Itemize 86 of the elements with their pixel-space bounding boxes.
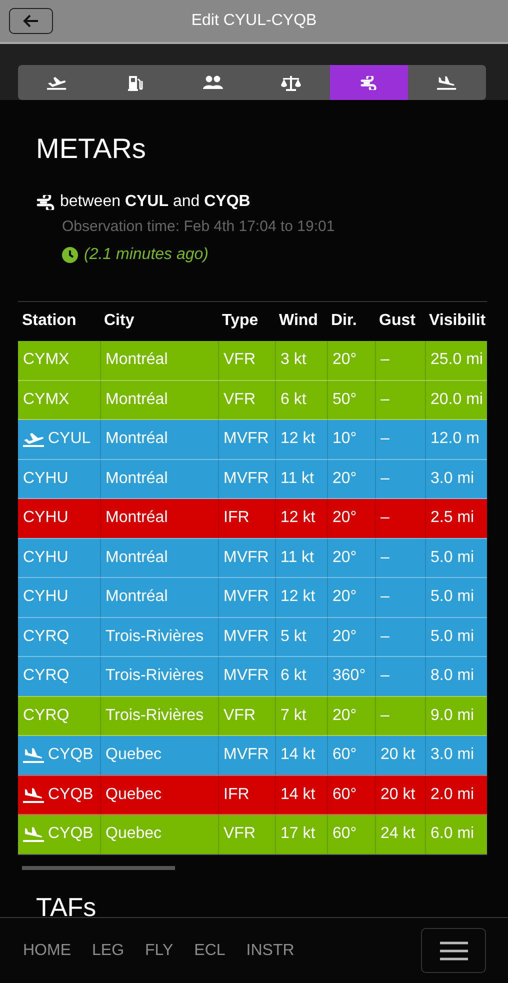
- menu-icon: [440, 940, 468, 960]
- column-header: Visibilit: [428, 311, 487, 331]
- menu-button[interactable]: [421, 928, 486, 973]
- scrollbar[interactable]: [22, 866, 175, 870]
- nav-link[interactable]: HOME: [23, 938, 71, 962]
- table-cell: 6 kt: [275, 656, 327, 696]
- table-cell: 20 kt: [375, 736, 425, 775]
- table-cell: 12 kt: [275, 420, 327, 459]
- section-title: METARs: [36, 132, 147, 166]
- tab[interactable]: [330, 65, 408, 100]
- table-cell: Quebec: [100, 736, 218, 775]
- table-cell-text: CYQB: [48, 824, 94, 844]
- wind-icon: [360, 76, 378, 90]
- table-cell: –: [375, 420, 425, 459]
- column-header: Station: [21, 311, 78, 331]
- wind-icon: [36, 194, 56, 210]
- table-cell: 20°: [327, 578, 375, 617]
- table-cell: –: [375, 498, 425, 538]
- table-cell: 5.0 mi: [425, 578, 487, 617]
- arrival-icon: [23, 747, 45, 764]
- table-cell: 3 kt: [275, 340, 327, 380]
- table-cell: 12 kt: [275, 578, 327, 617]
- nav-link[interactable]: INSTR: [246, 938, 294, 962]
- table-cell: 8.0 mi: [425, 656, 487, 696]
- table-cell: IFR: [218, 498, 275, 538]
- table-cell: 20°: [327, 498, 375, 538]
- table-cell: MVFR: [218, 578, 275, 617]
- table-cell: VFR: [218, 340, 275, 380]
- table-cell: 60°: [327, 814, 375, 854]
- table-cell: 10°: [327, 420, 375, 459]
- table-cell: 12.0 m: [425, 420, 487, 459]
- table-cell: Quebec: [100, 814, 218, 854]
- arrival-icon: [23, 826, 45, 842]
- arrival-icon: [437, 75, 457, 90]
- table-cell-text: CYQB: [48, 745, 94, 766]
- table-cell: MVFR: [218, 420, 275, 459]
- table-cell-text: CYQB: [48, 784, 94, 805]
- column-header: Type: [221, 311, 260, 331]
- page-title: Edit CYUL-CYQB: [190, 11, 318, 31]
- column-header: Dir.: [330, 311, 358, 331]
- table-cell: MVFR: [218, 736, 275, 775]
- section-title: TAFs: [36, 894, 96, 920]
- column-header: Gust: [378, 311, 416, 331]
- table-cell: 6.0 mi: [425, 814, 487, 854]
- back-arrow-icon: [23, 14, 39, 28]
- table-cell: Montréal: [100, 340, 218, 380]
- table-cell: CYHU: [18, 498, 100, 538]
- nav-link[interactable]: FLY: [145, 938, 174, 962]
- table-cell: 12 kt: [275, 498, 327, 538]
- table-cell: 24 kt: [375, 814, 425, 854]
- departure-icon: [23, 431, 45, 448]
- table-cell: MVFR: [218, 656, 275, 696]
- table-cell: CYHU: [18, 578, 100, 617]
- table-cell: Montréal: [100, 578, 218, 617]
- passengers-icon: [203, 75, 223, 90]
- table-cell: 17 kt: [275, 814, 327, 854]
- table-cell: Montréal: [100, 498, 218, 538]
- table-cell: 20°: [327, 340, 375, 380]
- table-cell: –: [375, 578, 425, 617]
- table-cell: Trois-Rivières: [100, 656, 218, 696]
- table-cell: 25.0 mi: [425, 340, 487, 380]
- table-cell: 60°: [327, 736, 375, 775]
- table-cell: 14 kt: [275, 736, 327, 775]
- table-cell: CYMX: [18, 340, 100, 380]
- observation-age: (2.1 minutes ago): [84, 244, 209, 264]
- table-cell: Montréal: [100, 420, 218, 459]
- table-cell: 3.0 mi: [425, 736, 487, 775]
- table-cell: –: [375, 340, 425, 380]
- nav-link[interactable]: LEG: [92, 938, 124, 962]
- table-cell: CYRQ: [18, 656, 100, 696]
- table-cell: 2.5 mi: [425, 498, 487, 538]
- balance-icon: [281, 74, 301, 90]
- table-cell-text: CYUL: [48, 429, 91, 450]
- clock-icon: [62, 246, 78, 262]
- table-cell: VFR: [218, 814, 275, 854]
- departure-icon: [47, 75, 67, 90]
- table-cell: –: [375, 656, 425, 696]
- table-cell: 360°: [327, 656, 375, 696]
- back-button[interactable]: [9, 8, 53, 34]
- observation-time: Observation time: Feb 4th 17:04 to 19:01: [62, 217, 336, 237]
- route-summary: between CYUL and CYQB: [60, 192, 250, 212]
- arrival-icon: [23, 786, 45, 803]
- nav-link[interactable]: ECL: [194, 938, 226, 962]
- column-header: Wind: [278, 311, 319, 331]
- fuel-icon: [127, 74, 143, 90]
- column-header: City: [103, 311, 136, 331]
